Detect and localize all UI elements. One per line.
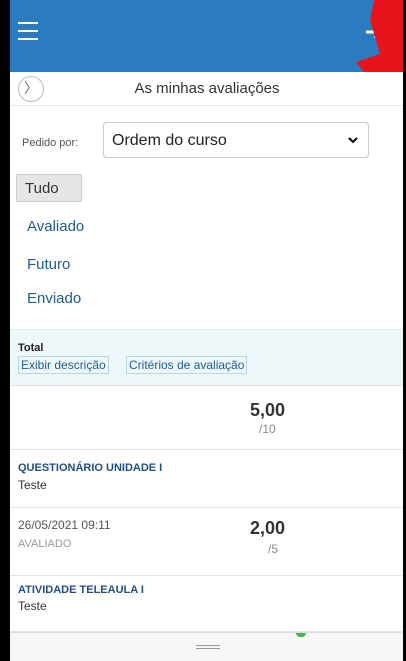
item-date: 26/05/2021 09:11 — [18, 518, 111, 532]
filter-submitted[interactable]: Enviado — [27, 290, 81, 307]
item-max: /5 — [268, 542, 279, 556]
item-details-row: 26/05/2021 09:11 AVALIADO 2,00 /5 — [10, 508, 403, 576]
sort-selected-value: Ordem do curso — [112, 132, 227, 149]
page-title: As minhas avaliações — [134, 80, 280, 97]
item-subtitle: Teste — [18, 478, 47, 492]
list-item: ATIVIDADE TELEAULA I Teste — [10, 576, 403, 632]
title-row: 〉 As minhas avaliações — [10, 72, 403, 106]
sort-label: Pedido por: — [22, 137, 79, 149]
filter-future[interactable]: Futuro — [27, 256, 70, 273]
total-score: 5,00 — [250, 400, 286, 420]
filter-evaluated[interactable]: Avaliado — [27, 218, 84, 235]
show-description-button[interactable]: Exibir descrição — [18, 356, 109, 374]
total-label: Total — [18, 342, 44, 354]
item-score: 2,00 — [250, 518, 286, 538]
item-title[interactable]: ATIVIDADE TELEAULA I — [18, 584, 144, 596]
drag-handle[interactable] — [196, 645, 220, 649]
hamburger-menu-icon[interactable] — [18, 22, 38, 42]
chevron-down-icon — [348, 137, 358, 144]
total-section: Total Exibir descrição Critérios de aval… — [10, 329, 403, 386]
filter-all[interactable]: Tudo — [16, 174, 82, 202]
mobile-frame: 〉 As minhas avaliações Pedido por: Ordem… — [9, 0, 403, 661]
item-title[interactable]: QUESTIONÁRIO UNIDADE I — [18, 462, 162, 474]
item-status: AVALIADO — [18, 538, 72, 550]
bottom-bar — [10, 632, 403, 661]
total-score-row: 5,00 /10 — [10, 386, 403, 450]
list-item: QUESTIONÁRIO UNIDADE I Teste — [10, 450, 403, 508]
total-max: /10 — [259, 422, 276, 436]
item-subtitle: Teste — [18, 599, 47, 613]
sort-select[interactable]: Ordem do curso — [103, 122, 369, 158]
top-bar — [10, 0, 403, 100]
status-indicator — [296, 633, 306, 637]
criteria-button[interactable]: Critérios de avaliação — [126, 356, 248, 374]
